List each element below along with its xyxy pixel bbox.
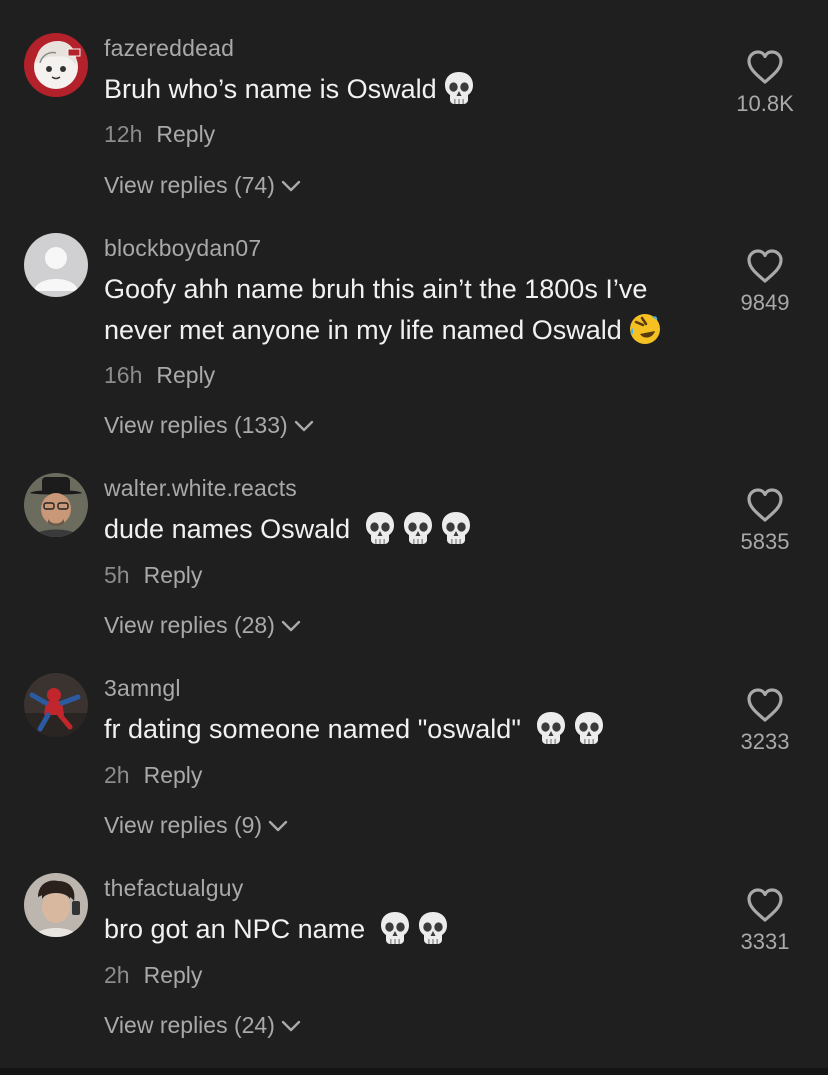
comment-meta: 2h Reply [104, 762, 202, 789]
heart-icon [745, 887, 785, 923]
spiderman-avatar[interactable] [24, 673, 88, 737]
comment-meta: 2h Reply [104, 962, 202, 989]
view-replies-label: View replies (9) [104, 812, 263, 838]
like-count: 3233 [740, 729, 790, 754]
like-count: 5835 [740, 529, 790, 554]
walter-white-avatar[interactable] [24, 473, 88, 537]
chevron-down-icon [281, 611, 301, 638]
comment-item: thefactualguy bro got an NPC name 2h Repl… [0, 873, 828, 1073]
anime-avatar[interactable] [24, 33, 88, 97]
comment-item: 3amngl fr dating someone named "oswald" … [0, 673, 828, 873]
default-avatar[interactable] [24, 233, 88, 297]
comment-time: 16h [104, 362, 143, 388]
comment-time: 2h [104, 762, 130, 788]
like-button[interactable]: 3331 [720, 887, 810, 955]
like-button[interactable]: 9849 [720, 248, 810, 316]
skull-icon [443, 71, 475, 105]
reply-button[interactable]: Reply [144, 562, 203, 588]
chevron-down-icon [281, 1011, 301, 1038]
reply-button[interactable]: Reply [156, 362, 215, 388]
chevron-down-icon [281, 171, 301, 198]
skull-icon [573, 711, 605, 745]
comment-meta: 16h Reply [104, 362, 215, 389]
chevron-down-icon [294, 411, 314, 438]
like-count: 3331 [740, 929, 790, 954]
like-count: 10.8K [736, 91, 794, 116]
heart-icon [745, 487, 785, 523]
skull-icon [440, 511, 472, 545]
comment-text: Goofy ahh name bruh this ain’t the 1800s… [104, 269, 714, 351]
comment-username[interactable]: thefactualguy [104, 875, 243, 902]
profile-photo-avatar[interactable] [24, 873, 88, 937]
view-replies-button[interactable]: View replies (74) [104, 171, 301, 199]
bottom-divider [0, 1068, 828, 1075]
comment-meta: 5h Reply [104, 562, 202, 589]
comment-text-body: Goofy ahh name bruh this ain’t the 1800s… [104, 274, 648, 345]
comment-text: fr dating someone named "oswald" [104, 709, 734, 750]
skull-icon [364, 511, 396, 545]
comment-time: 5h [104, 562, 130, 588]
comment-text: Bruh who’s name is Oswald [104, 69, 734, 110]
comments-panel: fazereddead Bruh who’s name is Oswald 12… [0, 0, 828, 1075]
skull-icon [379, 911, 411, 945]
comment-time: 2h [104, 962, 130, 988]
skull-icon [402, 511, 434, 545]
reply-button[interactable]: Reply [156, 121, 215, 147]
skull-icon [535, 711, 567, 745]
comment-text-body: dude names Oswald [104, 514, 351, 544]
comment-text-body: bro got an NPC name [104, 914, 366, 944]
view-replies-label: View replies (24) [104, 1012, 275, 1038]
comment-item: fazereddead Bruh who’s name is Oswald 12… [0, 33, 828, 233]
like-button[interactable]: 3233 [720, 687, 810, 755]
view-replies-button[interactable]: View replies (133) [104, 411, 314, 439]
view-replies-button[interactable]: View replies (9) [104, 811, 288, 839]
comment-time: 12h [104, 121, 143, 147]
comment-username[interactable]: blockboydan07 [104, 235, 261, 262]
view-replies-label: View replies (28) [104, 612, 275, 638]
rolling-on-floor-laughing-icon [628, 312, 660, 346]
view-replies-label: View replies (133) [104, 412, 288, 438]
comment-text: dude names Oswald [104, 509, 734, 550]
comment-item: blockboydan07 Goofy ahh name bruh this a… [0, 233, 828, 438]
comment-item: walter.white.reacts dude names Oswald 5h… [0, 473, 828, 673]
like-button[interactable]: 10.8K [720, 49, 810, 117]
reply-button[interactable]: Reply [144, 762, 203, 788]
comment-text-body: fr dating someone named "oswald" [104, 714, 521, 744]
view-replies-button[interactable]: View replies (28) [104, 611, 301, 639]
view-replies-label: View replies (74) [104, 172, 275, 198]
comment-text: bro got an NPC name [104, 909, 734, 950]
comment-username[interactable]: walter.white.reacts [104, 475, 297, 502]
comment-username[interactable]: fazereddead [104, 35, 234, 62]
heart-icon [745, 687, 785, 723]
heart-icon [745, 49, 785, 85]
reply-button[interactable]: Reply [144, 962, 203, 988]
skull-icon [417, 911, 449, 945]
comment-text-body: Bruh who’s name is Oswald [104, 74, 437, 104]
comment-username[interactable]: 3amngl [104, 675, 181, 702]
comment-meta: 12h Reply [104, 121, 215, 148]
view-replies-button[interactable]: View replies (24) [104, 1011, 301, 1039]
like-button[interactable]: 5835 [720, 487, 810, 555]
heart-icon [745, 248, 785, 284]
like-count: 9849 [740, 290, 790, 315]
chevron-down-icon [268, 811, 288, 838]
